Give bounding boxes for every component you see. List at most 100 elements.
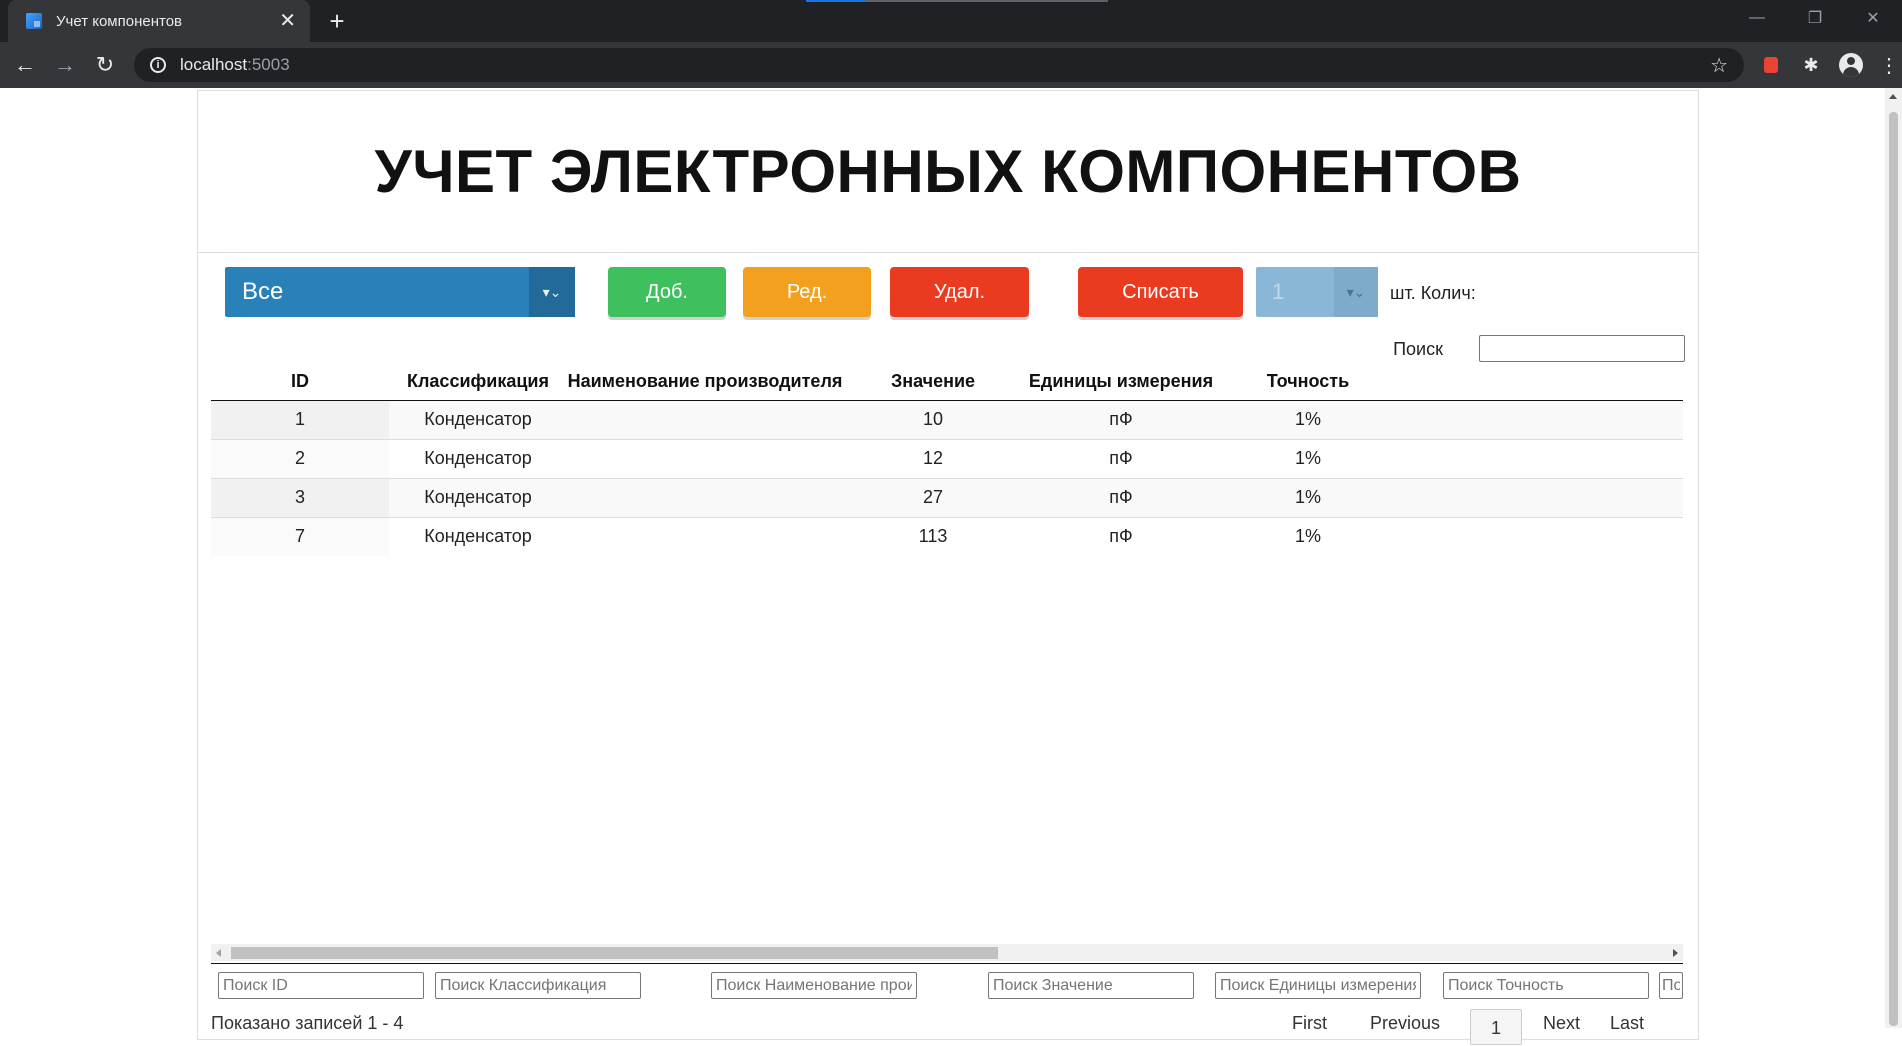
tab-loading-indicator — [806, 0, 1108, 2]
site-info-icon[interactable]: i — [150, 57, 166, 73]
add-button[interactable]: Доб. — [608, 267, 726, 317]
search-input[interactable] — [1479, 335, 1685, 362]
cell-extra — [1397, 516, 1683, 556]
back-button[interactable]: ← — [10, 50, 40, 80]
address-bar[interactable]: i localhost:5003 ☆ — [134, 48, 1744, 82]
table-row[interactable]: 3 Конденсатор 27 пФ 1% — [211, 477, 1683, 517]
chevron-down-icon[interactable]: ▾⌄ — [1334, 267, 1378, 317]
pagination-page-1[interactable]: 1 — [1470, 1009, 1522, 1045]
column-header-manufacturer-name[interactable]: Наименование производителя — [567, 363, 843, 401]
components-table: ID Классификация Наименование производит… — [211, 363, 1683, 556]
cell-accuracy: 1% — [1219, 400, 1397, 439]
new-tab-button[interactable]: + — [322, 6, 352, 36]
category-select-value: Все — [242, 278, 284, 305]
reload-button[interactable]: ↻ — [90, 50, 120, 80]
pagination-last[interactable]: Last — [1610, 1013, 1644, 1034]
url-port: :5003 — [247, 55, 290, 74]
window-close-icon[interactable]: ✕ — [1844, 0, 1902, 36]
cell-id: 1 — [211, 400, 389, 439]
table-row[interactable]: 2 Конденсатор 12 пФ 1% — [211, 438, 1683, 478]
table-header-row: ID Классификация Наименование производит… — [211, 363, 1683, 401]
tab-title: Учет компонентов — [56, 12, 182, 30]
column-search-units[interactable] — [1215, 972, 1421, 999]
quantity-label: шт. Колич: — [1390, 283, 1476, 303]
components-table-wrapper: ID Классификация Наименование производит… — [211, 363, 1683, 556]
table-footer-divider — [211, 963, 1683, 964]
profile-icon[interactable] — [1836, 50, 1866, 80]
cell-units: пФ — [1023, 400, 1219, 439]
global-search-row: Поиск — [198, 333, 1698, 363]
pagination-previous[interactable]: Previous — [1370, 1013, 1440, 1034]
column-search-extra[interactable] — [1659, 972, 1683, 999]
minimize-icon[interactable]: — — [1728, 0, 1786, 36]
page-header: УЧЕТ ЭЛЕКТРОННЫХ КОМПОНЕНТОВ — [198, 91, 1698, 253]
forward-button[interactable]: → — [50, 50, 80, 80]
records-info: Показано записей 1 - 4 — [211, 1013, 404, 1033]
quantity-select-value: 1 — [1272, 279, 1285, 304]
browser-toolbar: ← → ↻ i localhost:5003 ☆ ✱ ⋮ — [0, 42, 1902, 88]
column-header-units[interactable]: Единицы измерения — [1023, 363, 1219, 401]
cell-extra — [1397, 438, 1683, 478]
search-label: Поиск — [1393, 339, 1443, 359]
cell-value: 27 — [843, 477, 1023, 517]
scroll-left-arrow-icon[interactable] — [216, 949, 221, 957]
cell-units: пФ — [1023, 516, 1219, 556]
column-header-accuracy[interactable]: Точность — [1219, 363, 1397, 401]
browser-tab[interactable]: Учет компонентов ✕ — [8, 0, 310, 42]
site-favicon-icon — [26, 13, 42, 29]
cell-manufacturer-name — [567, 477, 843, 517]
horizontal-scrollbar-thumb[interactable] — [231, 947, 998, 959]
cell-classification: Конденсатор — [389, 438, 567, 478]
extension-icon[interactable] — [1756, 50, 1786, 80]
column-search-manufacturer-name[interactable] — [711, 972, 917, 999]
page-title: УЧЕТ ЭЛЕКТРОННЫХ КОМПОНЕНТОВ — [374, 138, 1522, 205]
cell-id: 3 — [211, 477, 389, 517]
edit-button[interactable]: Ред. — [743, 267, 871, 317]
cell-id: 2 — [211, 438, 389, 478]
column-search-id[interactable] — [218, 972, 424, 999]
writeoff-button[interactable]: Списать — [1078, 267, 1243, 317]
restore-icon[interactable]: ❐ — [1786, 0, 1844, 36]
page-scrollbar-thumb[interactable] — [1889, 112, 1898, 1026]
column-header-classification[interactable]: Классификация — [389, 363, 567, 401]
delete-button[interactable]: Удал. — [890, 267, 1029, 317]
avatar — [1839, 53, 1863, 77]
url-host: localhost — [180, 55, 248, 74]
category-select[interactable]: Все ▾⌄ — [225, 267, 575, 317]
quantity-select[interactable]: 1 ▾⌄ — [1256, 267, 1378, 317]
menu-kebab-icon[interactable]: ⋮ — [1874, 50, 1902, 80]
cell-value: 113 — [843, 516, 1023, 556]
pagination-first[interactable]: First — [1292, 1013, 1327, 1034]
main-container: УЧЕТ ЭЛЕКТРОННЫХ КОМПОНЕНТОВ Все ▾⌄ Доб.… — [197, 90, 1699, 1045]
column-header-value[interactable]: Значение — [843, 363, 1023, 401]
column-header-extra — [1397, 363, 1683, 401]
cell-value: 10 — [843, 400, 1023, 439]
controls-bar: Все ▾⌄ Доб. Ред. Удал. Списать 1 ▾⌄ шт. … — [198, 253, 1698, 333]
column-header-id[interactable]: ID — [211, 363, 389, 401]
cell-manufacturer-name — [567, 400, 843, 439]
cell-classification: Конденсатор — [389, 516, 567, 556]
window-controls: — ❐ ✕ — [1728, 0, 1902, 36]
table-row[interactable]: 7 Конденсатор 113 пФ 1% — [211, 516, 1683, 556]
cell-extra — [1397, 477, 1683, 517]
cell-units: пФ — [1023, 438, 1219, 478]
chevron-down-icon[interactable]: ▾⌄ — [529, 267, 575, 317]
cell-extra — [1397, 400, 1683, 439]
scroll-right-arrow-icon[interactable] — [1673, 949, 1678, 957]
column-search-accuracy[interactable] — [1443, 972, 1649, 999]
cell-units: пФ — [1023, 477, 1219, 517]
cell-accuracy: 1% — [1219, 516, 1397, 556]
table-row[interactable]: 1 Конденсатор 10 пФ 1% — [211, 400, 1683, 439]
bookmark-star-icon[interactable]: ☆ — [1710, 53, 1728, 78]
cell-manufacturer-name — [567, 516, 843, 556]
column-search-value[interactable] — [988, 972, 1194, 999]
pagination-next[interactable]: Next — [1543, 1013, 1580, 1034]
puzzle-extensions-icon[interactable]: ✱ — [1796, 50, 1826, 80]
page-scrollbar[interactable] — [1885, 88, 1902, 1028]
scroll-up-arrow-icon[interactable] — [1889, 94, 1897, 99]
tab-close-icon[interactable]: ✕ — [279, 11, 296, 31]
cell-id: 7 — [211, 516, 389, 556]
column-search-classification[interactable] — [435, 972, 641, 999]
cell-accuracy: 1% — [1219, 438, 1397, 478]
table-horizontal-scrollbar[interactable] — [211, 944, 1683, 961]
